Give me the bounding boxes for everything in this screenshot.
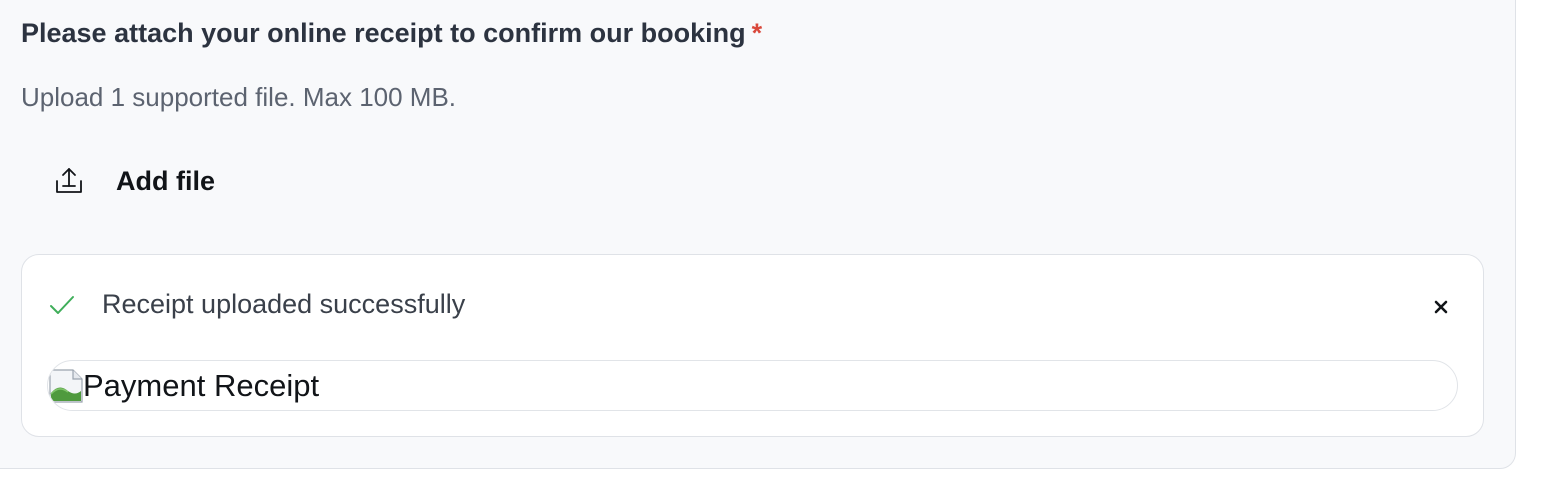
broken-image-icon bbox=[49, 368, 83, 403]
remove-file-button[interactable] bbox=[1427, 293, 1455, 321]
file-alt-text: Payment Receipt bbox=[83, 367, 320, 403]
check-icon bbox=[50, 295, 74, 314]
add-file-label: Add file bbox=[116, 165, 215, 196]
close-icon bbox=[1434, 300, 1448, 314]
required-marker: * bbox=[751, 18, 763, 48]
file-preview[interactable]: Payment Receipt bbox=[47, 360, 1458, 411]
uploaded-file-card: Receipt uploaded successfully Payment Re… bbox=[21, 254, 1484, 437]
upload-icon bbox=[56, 168, 82, 193]
question-text: Please attach your online receipt to con… bbox=[21, 18, 746, 48]
upload-hint: Upload 1 supported file. Max 100 MB. bbox=[21, 82, 457, 112]
upload-status: Receipt uploaded successfully bbox=[48, 289, 465, 320]
question-heading: Please attach your online receipt to con… bbox=[21, 16, 762, 50]
upload-status-text: Receipt uploaded successfully bbox=[102, 289, 466, 319]
add-file-button[interactable]: Add file bbox=[36, 146, 233, 216]
